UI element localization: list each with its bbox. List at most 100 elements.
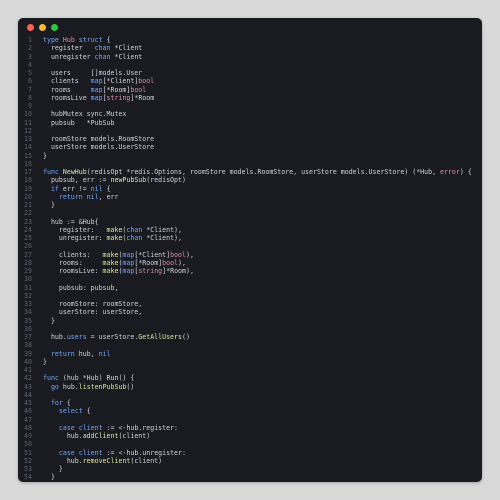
code-token: () { (118, 374, 135, 383)
code-text: func NewHub(redisOpt *redis.Options, roo… (32, 168, 472, 176)
code-line: 30 (18, 275, 482, 283)
code-line: 39 return hub, nil (18, 350, 482, 358)
code-text: roomStore models.RoomStore (32, 135, 154, 143)
code-token: make (102, 258, 119, 267)
code-text: hub.addClient(client) (32, 432, 150, 440)
code-text: unregister: make(chan *Client), (32, 234, 182, 242)
code-text: userStore models.UserStore (32, 143, 154, 151)
line-number: 41 (24, 366, 32, 374)
line-number: 39 (24, 349, 32, 358)
code-line: 28 rooms: make(map[*Room]bool), (18, 259, 482, 267)
code-text: unregister chan *Client (32, 53, 142, 61)
code-line: 12 (18, 127, 482, 135)
code-text: func (hub *Hub) Run() { (32, 374, 134, 382)
line-number: 13 (24, 135, 32, 143)
line-number: 15 (24, 151, 32, 160)
code-token: () (126, 382, 135, 391)
code-line: 25 unregister: make(chan *Client), (18, 234, 482, 242)
code-line: 23 hub := &Hub{ (18, 218, 482, 226)
code-line: 9 (18, 102, 482, 110)
code-token: func (43, 374, 59, 383)
code-line: 53 } (18, 465, 482, 473)
code-token: (redisOpt *redis.Options, roomStore mode… (86, 168, 441, 176)
code-line: 35 } (18, 317, 482, 325)
close-window-icon[interactable] (27, 24, 34, 31)
line-number: 38 (24, 341, 32, 350)
code-token: client (78, 423, 103, 432)
code-token: struct (78, 36, 103, 44)
code-token: clients (43, 77, 91, 86)
line-number: 12 (24, 126, 32, 135)
code-line: 21 } (18, 201, 482, 209)
code-token: map (122, 258, 135, 267)
code-text: users []models.User (32, 69, 142, 77)
code-text: } (32, 152, 47, 160)
code-text: } (32, 358, 47, 366)
code-token: } (43, 473, 55, 482)
line-number: 18 (24, 176, 32, 185)
code-token: bool (138, 77, 155, 86)
code-token: nil (86, 192, 99, 201)
code-token: { (102, 36, 111, 44)
code-token: newPubSub (110, 176, 147, 185)
code-token: ]*Room), (162, 267, 194, 275)
code-line: 36 (18, 325, 482, 333)
code-text: roomsLive: make(map[string]*Room), (32, 267, 194, 275)
code-token: string (106, 93, 131, 102)
code-line: 17 func NewHub(redisOpt *redis.Options, r… (18, 168, 482, 176)
maximize-window-icon[interactable] (51, 24, 58, 31)
code-token: case (58, 423, 75, 432)
code-text: register: make(chan *Client), (32, 226, 182, 234)
code-token: addClient (82, 432, 119, 440)
code-text: type Hub struct { (32, 36, 111, 44)
code-line: 15} (18, 152, 482, 160)
code-token: rooms (43, 85, 91, 94)
code-token: ), (185, 250, 194, 259)
code-line: 6 clients map[*Client]bool (18, 77, 482, 85)
code-line: 11 pubsub *PubSub (18, 119, 482, 127)
code-text: } (32, 317, 55, 325)
code-token: *Client (110, 52, 143, 61)
line-number: 36 (24, 324, 32, 333)
code-token: hub. (43, 333, 67, 341)
code-text: hubMutex sync.Mutex (32, 110, 126, 118)
code-text: clients map[*Client]bool (32, 77, 154, 85)
code-text: roomsLive map[string]*Room (32, 94, 154, 102)
line-number: 16 (24, 159, 32, 168)
code-token: := <-hub.register: (102, 423, 179, 432)
line-number: 27 (24, 250, 32, 259)
code-line: 29 roomsLive: make(map[string]*Room), (18, 267, 482, 275)
code-line: 43 go hub.listenPubSub() (18, 383, 482, 391)
code-line: 19 if err != nil { (18, 185, 482, 193)
code-token: hub. (43, 456, 83, 465)
code-token: listenPubSub (78, 382, 127, 391)
code-text: return nil, err (32, 192, 119, 201)
code-line: 52 hub.removeClient(client) (18, 457, 482, 465)
code-editor: 1 type Hub struct {2 register chan *Clien… (18, 36, 482, 482)
line-number: 9 (28, 102, 32, 110)
code-token: register (43, 44, 95, 53)
minimize-window-icon[interactable] (39, 24, 46, 31)
code-token: rooms: (43, 258, 103, 267)
line-number: 31 (24, 283, 32, 292)
code-token: map (122, 267, 135, 275)
code-token: userStore models.UserStore (43, 143, 155, 152)
line-number: 37 (24, 333, 32, 341)
code-token: bool (130, 85, 147, 94)
code-line: 16 (18, 160, 482, 168)
line-number: 4 (28, 60, 32, 69)
code-token: } (43, 482, 47, 483)
code-text: for { (32, 399, 71, 407)
code-text: } (32, 473, 55, 481)
code-token: hub. (43, 432, 83, 440)
